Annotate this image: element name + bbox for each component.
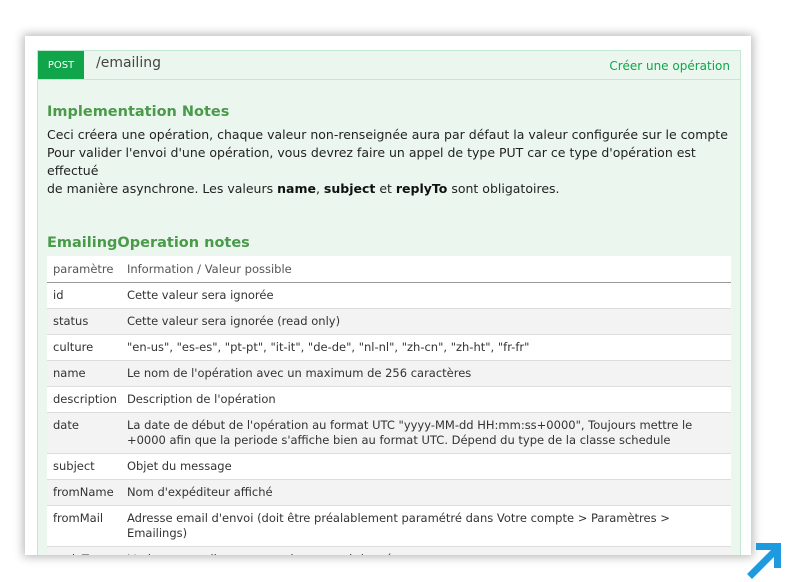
param-cell: fromMail	[47, 505, 121, 547]
param-cell: subject	[47, 453, 121, 480]
info-cell: Cette valeur sera ignorée (read only)	[120, 308, 731, 335]
table-row: name Le nom de l'opération avec un maxim…	[47, 360, 731, 387]
required-field-replyto: replyTo	[395, 181, 448, 196]
table-row: fromName Nom d'expéditeur affiché	[47, 479, 731, 506]
implementation-notes-text: Ceci créera une opération, chaque valeur…	[47, 126, 731, 198]
column-header-info: Information / Valeur possible	[120, 256, 731, 283]
table-header-row: paramètre Information / Valeur possible	[47, 256, 731, 283]
info-cell: Objet du message	[120, 453, 731, 480]
screenshot-frame: POST /emailing Créer une opération Imple…	[25, 36, 751, 555]
table-row: id Cette valeur sera ignorée	[47, 282, 731, 309]
table-row: culture "en-us", "es-es", "pt-pt", "it-i…	[47, 334, 731, 361]
param-cell: culture	[47, 334, 121, 361]
notes-line-3-suffix: sont obligatoires.	[447, 181, 560, 196]
table-row: fromMail Adresse email d'envoi (doit êtr…	[47, 505, 731, 547]
param-cell: id	[47, 282, 121, 309]
table-row: subject Objet du message	[47, 453, 731, 480]
endpoint-path[interactable]: /emailing	[96, 55, 161, 71]
param-cell: fromName	[47, 479, 121, 506]
required-field-subject: subject	[323, 181, 376, 196]
info-cell: Cette valeur sera ignorée	[120, 282, 731, 309]
parameters-table: paramètre Information / Valeur possible …	[47, 256, 731, 555]
notes-line-3-prefix: de manière asynchrone. Les valeurs	[47, 181, 278, 196]
notes-sep-1: ,	[315, 181, 324, 196]
info-cell: Description de l'opération	[120, 386, 731, 413]
arrow-up-right-icon[interactable]	[740, 534, 788, 582]
table-row: status Cette valeur sera ignorée (read o…	[47, 308, 731, 335]
notes-line-2: Pour valider l'envoi d'une opération, vo…	[47, 145, 696, 178]
info-cell: Le nom de l'opération avec un maximum de…	[120, 360, 731, 387]
emailing-operation-notes-title: EmailingOperation notes	[47, 235, 250, 251]
implementation-notes-title: Implementation Notes	[47, 104, 230, 120]
info-cell: L'adresse email ou vous voulez recevoir …	[120, 546, 731, 555]
param-cell: status	[47, 308, 121, 335]
operation-summary-link[interactable]: Créer une opération	[609, 59, 730, 73]
table-row: replyTo L'adresse email ou vous voulez r…	[47, 546, 731, 555]
notes-sep-2: et	[375, 181, 396, 196]
param-cell: date	[47, 412, 121, 454]
info-cell: Adresse email d'envoi (doit être préalab…	[120, 505, 731, 547]
notes-line-1: Ceci créera une opération, chaque valeur…	[47, 127, 728, 142]
info-cell: Nom d'expéditeur affiché	[120, 479, 731, 506]
operation-panel: POST /emailing Créer une opération Imple…	[37, 50, 741, 555]
param-cell: description	[47, 386, 121, 413]
info-cell: "en-us", "es-es", "pt-pt", "it-it", "de-…	[120, 334, 731, 361]
table-row: date La date de début de l'opération au …	[47, 412, 731, 454]
column-header-param: paramètre	[47, 256, 121, 283]
operation-content: Implementation Notes Ceci créera une opé…	[38, 104, 740, 555]
http-method-badge[interactable]: POST	[38, 51, 84, 79]
required-field-name: name	[277, 181, 316, 196]
param-cell: replyTo	[47, 546, 121, 555]
param-cell: name	[47, 360, 121, 387]
operation-header[interactable]: POST /emailing Créer une opération	[38, 51, 740, 80]
notes-line-3: de manière asynchrone. Les valeurs name,…	[47, 180, 731, 198]
table-row: description Description de l'opération	[47, 386, 731, 413]
info-cell: La date de début de l'opération au forma…	[120, 412, 731, 454]
